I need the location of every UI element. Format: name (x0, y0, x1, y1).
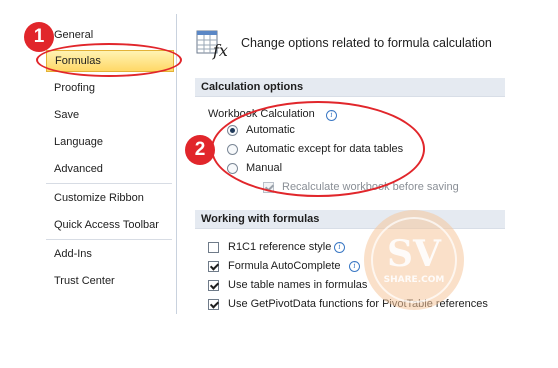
nav-item-quick-access-toolbar[interactable]: Quick Access Toolbar (46, 214, 174, 236)
checkbox-use-getpivotdata[interactable] (208, 299, 219, 310)
nav-item-language[interactable]: Language (46, 131, 174, 153)
nav-item-add-ins[interactable]: Add-Ins (46, 243, 174, 265)
checkbox-use-table-names[interactable] (208, 280, 219, 291)
checkbox-formula-autocomplete[interactable] (208, 261, 219, 272)
formula-fx-icon: fx (196, 28, 232, 60)
nav-item-proofing[interactable]: Proofing (46, 77, 174, 99)
annotation-badge-2: 2 (185, 135, 215, 165)
use-table-names-label[interactable]: Use table names in formulas (228, 279, 367, 291)
nav-item-customize-ribbon[interactable]: Customize Ribbon (46, 187, 174, 209)
nav-separator (46, 239, 172, 240)
nav-item-save[interactable]: Save (46, 104, 174, 126)
svg-text:fx: fx (212, 41, 228, 60)
highlight-ellipse-calculation (211, 101, 425, 197)
header-description: Change options related to formula calcul… (241, 36, 492, 50)
nav-item-trust-center[interactable]: Trust Center (46, 270, 174, 292)
highlight-ellipse-formulas (36, 43, 182, 77)
annotation-badge-1: 1 (24, 22, 54, 52)
svshare-watermark-logo: SV SHARE.COM (362, 208, 466, 312)
info-icon[interactable]: i (349, 261, 360, 272)
formula-autocomplete-label[interactable]: Formula AutoComplete (228, 260, 341, 272)
nav-separator (46, 183, 172, 184)
svg-text:SV: SV (387, 233, 442, 275)
nav-item-advanced[interactable]: Advanced (46, 158, 174, 180)
info-icon[interactable]: i (334, 242, 345, 253)
svg-text:SHARE.COM: SHARE.COM (384, 275, 445, 285)
checkbox-r1c1-reference-style[interactable] (208, 242, 219, 253)
r1c1-reference-style-label[interactable]: R1C1 reference style (228, 241, 331, 253)
section-calculation-options: Calculation options (195, 78, 505, 97)
